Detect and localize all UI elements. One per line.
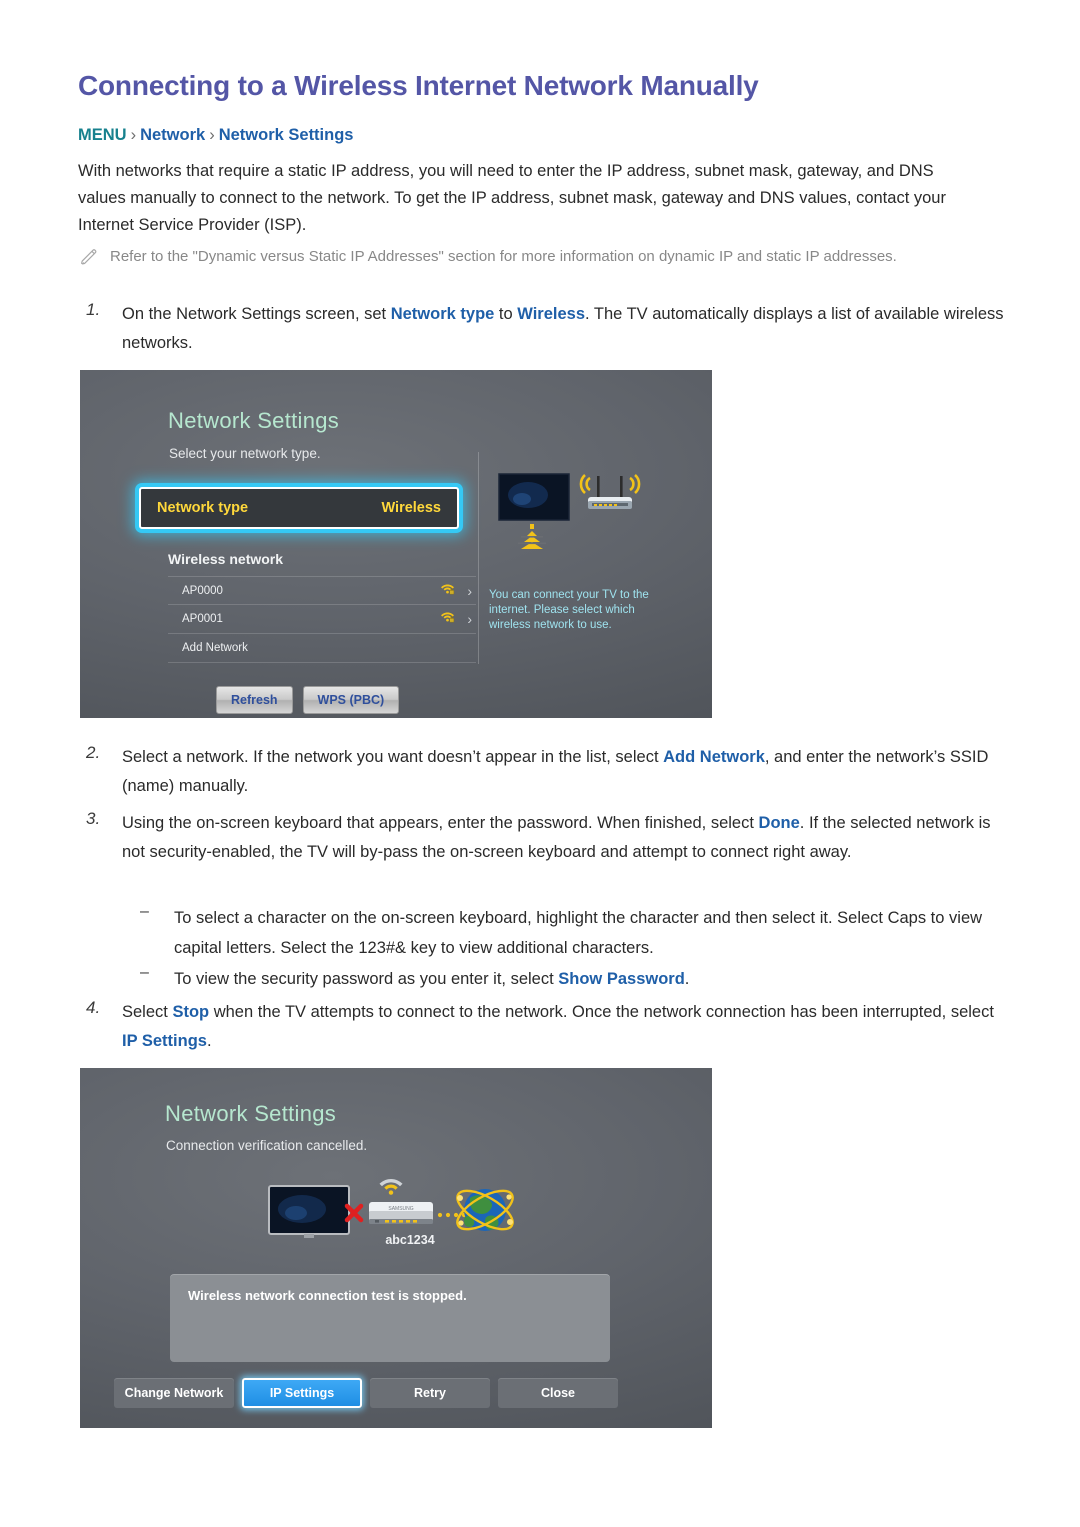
tv-icon: [498, 473, 570, 523]
substep-2-part2: .: [684, 970, 690, 988]
globe-icon: [452, 1178, 518, 1240]
step-4-part2: when the TV attempts to connect to the n…: [209, 1003, 994, 1021]
substep-1-text: To select a character on the on-screen k…: [174, 909, 983, 957]
list-item[interactable]: AP0001 ›: [168, 605, 476, 634]
ap-row-icons: ›: [440, 605, 472, 633]
list-item[interactable]: AP0000 ›: [168, 576, 476, 605]
step-1: 1. On the Network Settings screen, set N…: [78, 300, 1008, 358]
breadcrumb-separator-2: ›: [209, 126, 215, 144]
wps-pbc-button[interactable]: WPS (PBC): [302, 686, 400, 714]
step-2-number: 2.: [86, 743, 101, 762]
step-3-link-done: Done: [758, 814, 800, 832]
tv-screen-1-content: Network Settings Select your network typ…: [80, 370, 712, 718]
breadcrumb-menu: MENU: [78, 126, 127, 144]
step-3: 3. Using the on-screen keyboard that app…: [78, 809, 1008, 867]
step-2: 2. Select a network. If the network you …: [78, 743, 1008, 801]
pencil-icon: [78, 246, 100, 268]
router-icon: [570, 468, 646, 522]
screen2-title: Network Settings: [165, 1101, 337, 1126]
step-1-number: 1.: [86, 300, 101, 319]
ssid-label: abc1234: [385, 1233, 435, 1247]
network-type-value: Wireless: [381, 500, 441, 516]
substep-2-part1: To view the security password as you ent…: [174, 970, 559, 988]
chevron-right-icon[interactable]: ›: [467, 584, 472, 598]
wifi-signal-icon: [512, 524, 552, 552]
breadcrumb: MENU › Network › Network Settings: [78, 126, 353, 145]
step-4-link-ip-settings: IP Settings: [122, 1032, 207, 1050]
red-x-icon: [344, 1203, 364, 1223]
step-4-text: Select Stop when the TV attempts to conn…: [122, 998, 1008, 1056]
close-button[interactable]: Close: [498, 1378, 618, 1408]
page-title: Connecting to a Wireless Internet Networ…: [78, 70, 759, 101]
substep-1-dash: –: [140, 903, 149, 920]
svg-text:SAMSUNG: SAMSUNG: [388, 1206, 413, 1212]
step-2-text: Select a network. If the network you wan…: [122, 743, 1008, 801]
router-icon: SAMSUNG: [365, 1192, 439, 1236]
retry-button[interactable]: Retry: [370, 1378, 490, 1408]
screen1-title: Network Settings: [168, 408, 340, 433]
step-3-part1: Using the on-screen keyboard that appear…: [122, 814, 759, 832]
step-1-part2: to: [494, 305, 518, 323]
substep-2: – To view the security password as you e…: [140, 964, 1020, 994]
network-type-row[interactable]: Network type Wireless: [139, 487, 459, 529]
note-text: Refer to the "Dynamic versus Static IP A…: [110, 248, 897, 265]
screen1-subtitle: Select your network type.: [169, 446, 321, 461]
change-network-button[interactable]: Change Network: [114, 1378, 234, 1408]
step-4-link-stop: Stop: [172, 1003, 210, 1021]
step-1-link-network-type: Network type: [390, 305, 495, 323]
step-4-number: 4.: [86, 998, 101, 1017]
ap-name: AP0000: [182, 584, 223, 597]
breadcrumb-network: Network: [140, 126, 206, 144]
step-2-link-add-network: Add Network: [663, 748, 765, 766]
ap-name: AP0001: [182, 613, 223, 625]
screen1-button-row: Refresh WPS (PBC): [216, 686, 400, 714]
step-1-link-wireless: Wireless: [517, 305, 585, 323]
step-3-number: 3.: [86, 809, 101, 828]
wireless-network-label: Wireless network: [168, 551, 284, 567]
substep-1: – To select a character on the on-screen…: [140, 903, 1020, 963]
screen1-side-text: You can connect your TV to the internet.…: [489, 589, 649, 631]
step-1-text: On the Network Settings screen, set Netw…: [122, 300, 1008, 358]
status-message-text: Wireless network connection test is stop…: [188, 1288, 467, 1303]
document-page: Connecting to a Wireless Internet Networ…: [0, 0, 1080, 1527]
intro-paragraph: With networks that require a static IP a…: [78, 162, 946, 234]
tv-screenshot-network-settings: Network Settings Select your network typ…: [80, 370, 712, 718]
substep-2-dash: –: [140, 964, 149, 981]
step-2-part1: Select a network. If the network you wan…: [122, 748, 664, 766]
tv-icon: [268, 1185, 350, 1241]
breadcrumb-network-settings: Network Settings: [218, 126, 354, 144]
step-4-part3: .: [206, 1032, 212, 1050]
ap-row-icons: ›: [440, 577, 472, 604]
screen2-button-row: Change Network IP Settings Retry Close: [114, 1378, 618, 1408]
chevron-right-icon[interactable]: ›: [467, 612, 472, 626]
network-type-label: Network type: [157, 500, 249, 516]
wireless-network-list: AP0000 › AP0001 › Add Network: [168, 576, 476, 663]
screen1-divider: [478, 452, 479, 664]
ip-settings-button[interactable]: IP Settings: [242, 1378, 362, 1408]
breadcrumb-separator-1: ›: [130, 126, 137, 144]
step-4-part1: Select: [122, 1003, 173, 1021]
note-block: Refer to the "Dynamic versus Static IP A…: [78, 244, 1008, 269]
wifi-locked-icon: [440, 582, 455, 600]
add-network-label: Add Network: [182, 642, 248, 654]
screen2-subtitle: Connection verification cancelled.: [166, 1138, 368, 1153]
substep-2-link-show-password: Show Password: [558, 970, 685, 988]
step-3-text: Using the on-screen keyboard that appear…: [122, 809, 1008, 867]
tv-screenshot-connection-cancelled: Network Settings Connection verification…: [80, 1068, 712, 1428]
status-message-box: Wireless network connection test is stop…: [170, 1274, 610, 1362]
step-4: 4. Select Stop when the TV attempts to c…: [78, 998, 1008, 1056]
step-1-part1: On the Network Settings screen, set: [122, 305, 391, 323]
wifi-locked-icon: [440, 610, 455, 628]
substep-2-text: To view the security password as you ent…: [174, 964, 1020, 994]
list-item[interactable]: Add Network: [168, 634, 476, 663]
tv-screen-2-content: Network Settings Connection verification…: [80, 1068, 712, 1428]
refresh-button[interactable]: Refresh: [216, 686, 293, 714]
